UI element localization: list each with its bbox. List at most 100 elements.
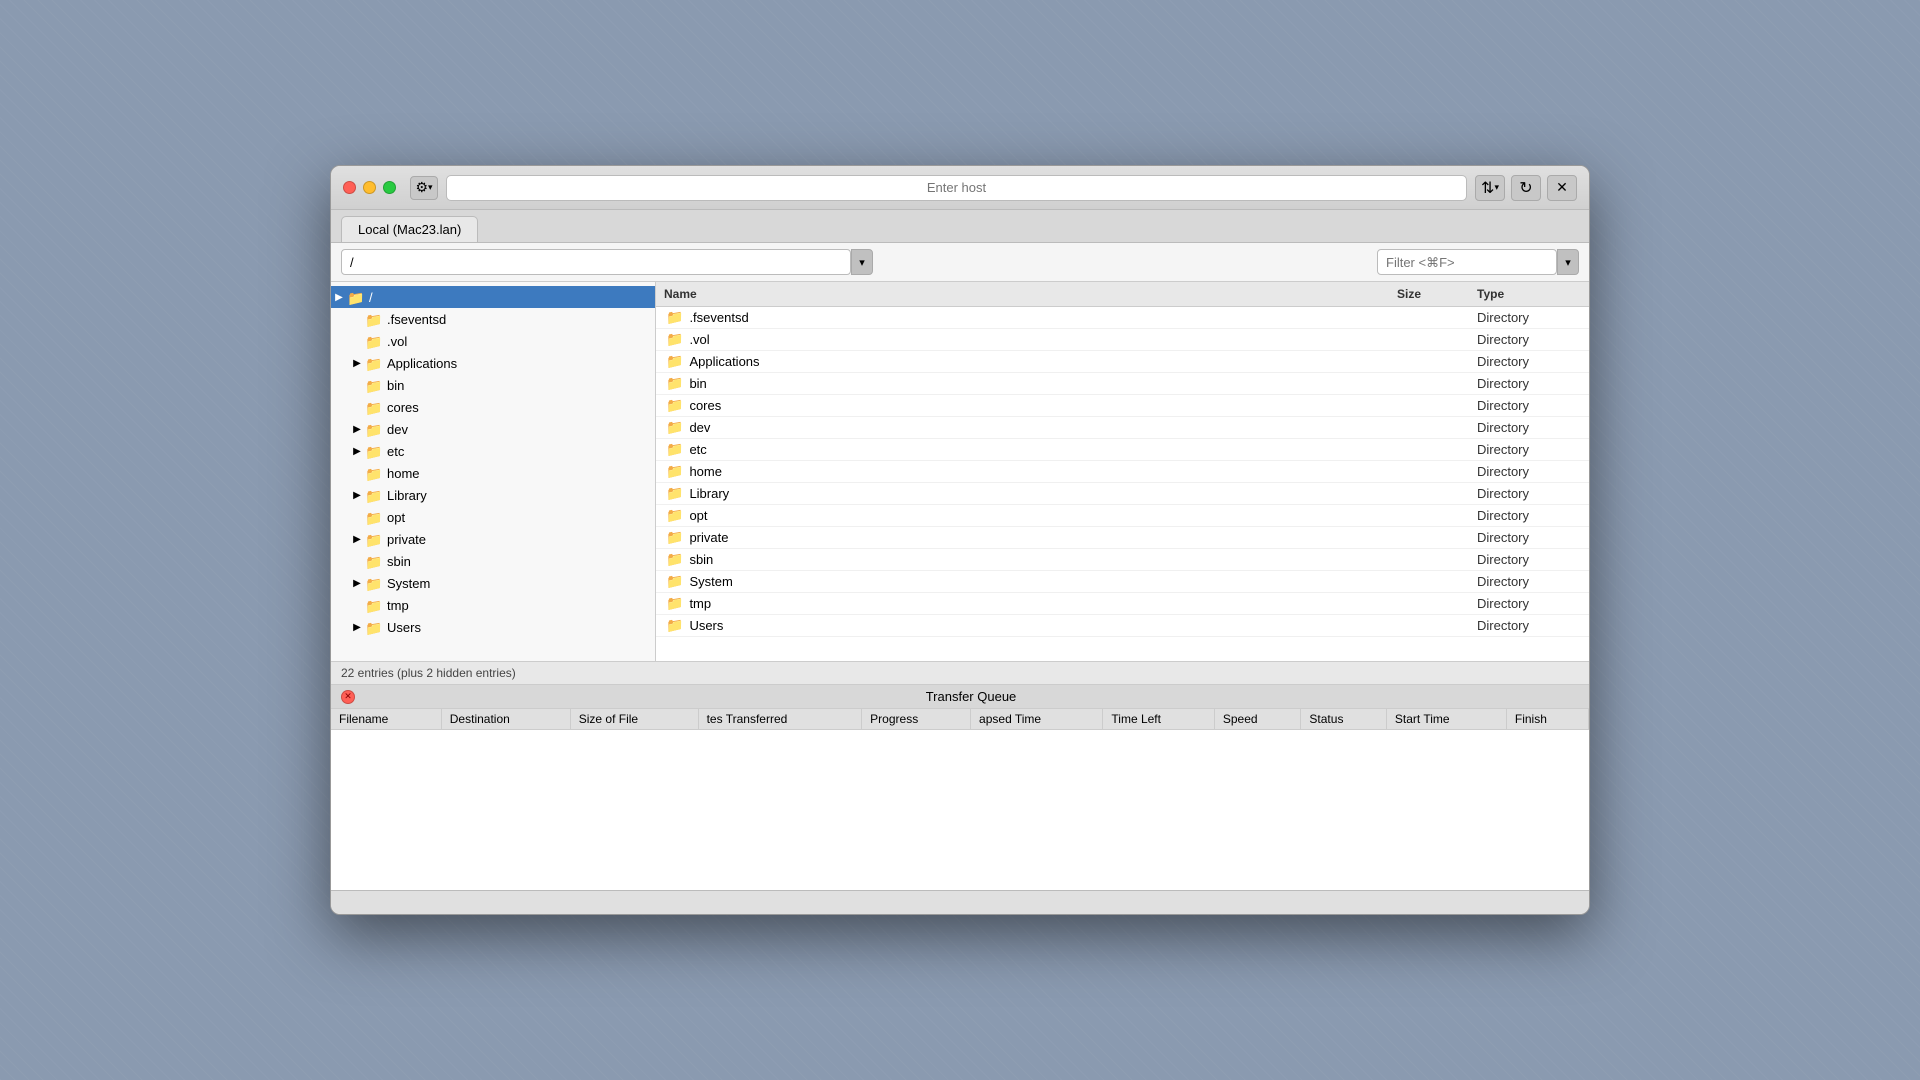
filter-input[interactable] — [1377, 249, 1557, 275]
tree-arrow-private: ▶ — [349, 534, 365, 545]
file-row[interactable]: 📁optDirectory — [656, 505, 1589, 527]
folder-icon-fseventsd: 📁 — [365, 312, 383, 326]
transfer-header: ✕ Transfer Queue — [331, 685, 1589, 709]
file-row[interactable]: 📁UsersDirectory — [656, 615, 1589, 637]
file-folder-icon: 📁 — [666, 617, 683, 634]
gear-button[interactable]: ⚙ ▾ — [410, 176, 438, 200]
file-name-text: .vol — [689, 332, 709, 347]
tree-item-bin[interactable]: 📁bin — [331, 374, 655, 396]
titlebar: ⚙ ▾ ⇅ ▾ ↻ ✕ — [331, 166, 1589, 210]
toolbar-right: ⇅ ▾ ↻ ✕ — [1475, 175, 1577, 201]
tree-item-vol[interactable]: 📁.vol — [331, 330, 655, 352]
content-area: ▶ 📁 / 📁.fseventsd📁.vol▶📁Applications📁bin… — [331, 282, 1589, 662]
file-row[interactable]: 📁etcDirectory — [656, 439, 1589, 461]
transfer-column-header[interactable]: Time Left — [1103, 709, 1214, 730]
filter-dropdown-button[interactable]: ▾ — [1557, 249, 1579, 275]
file-row[interactable]: 📁privateDirectory — [656, 527, 1589, 549]
maximize-button[interactable] — [383, 181, 396, 194]
tree-item-opt[interactable]: 📁opt — [331, 506, 655, 528]
file-row[interactable]: 📁tmpDirectory — [656, 593, 1589, 615]
column-header-size[interactable]: Size — [1389, 284, 1469, 304]
main-window: ⚙ ▾ ⇅ ▾ ↻ ✕ Local (Mac23.lan) ▾ ▾ — [330, 165, 1590, 915]
column-header-name[interactable]: Name — [656, 284, 1389, 304]
transfer-column-header[interactable]: Status — [1301, 709, 1386, 730]
file-name-cell: 📁tmp — [656, 595, 1389, 612]
file-row[interactable]: 📁devDirectory — [656, 417, 1589, 439]
tree-item-library[interactable]: ▶📁Library — [331, 484, 655, 506]
file-type-text: Directory — [1469, 464, 1589, 479]
tree-item-cores[interactable]: 📁cores — [331, 396, 655, 418]
file-row[interactable]: 📁sbinDirectory — [656, 549, 1589, 571]
tree-item-applications[interactable]: ▶📁Applications — [331, 352, 655, 374]
bottom-bar — [331, 890, 1589, 914]
file-name-text: dev — [689, 420, 710, 435]
transfer-toggle-button[interactable]: ⇅ ▾ — [1475, 175, 1505, 201]
tree-container: 📁.fseventsd📁.vol▶📁Applications📁bin📁cores… — [331, 308, 655, 638]
tree-label-vol: .vol — [387, 334, 407, 349]
transfer-column-header[interactable]: Size of File — [570, 709, 698, 730]
close-button[interactable] — [343, 181, 356, 194]
close-icon: ✕ — [1556, 179, 1568, 196]
tree-item-sbin[interactable]: 📁sbin — [331, 550, 655, 572]
tree-item-root[interactable]: ▶ 📁 / — [331, 286, 655, 308]
file-type-text: Directory — [1469, 310, 1589, 325]
tree-arrow-users: ▶ — [349, 622, 365, 633]
file-name-cell: 📁Applications — [656, 353, 1389, 370]
file-row[interactable]: 📁.fseventsd Directory — [656, 307, 1589, 329]
file-folder-icon: 📁 — [666, 331, 683, 348]
file-folder-icon: 📁 — [666, 595, 683, 612]
file-folder-icon: 📁 — [666, 551, 683, 568]
transfer-column-header[interactable]: apsed Time — [971, 709, 1103, 730]
file-name-text: cores — [689, 398, 721, 413]
tree-panel: ▶ 📁 / 📁.fseventsd📁.vol▶📁Applications📁bin… — [331, 282, 656, 661]
transfer-column-header[interactable]: Destination — [441, 709, 570, 730]
file-type-text: Directory — [1469, 354, 1589, 369]
transfer-column-header[interactable]: Start Time — [1386, 709, 1506, 730]
file-type-text: Directory — [1469, 508, 1589, 523]
tree-label-fseventsd: .fseventsd — [387, 312, 446, 327]
file-name-text: Applications — [689, 354, 759, 369]
path-dropdown-button[interactable]: ▾ — [851, 249, 873, 275]
tree-item-tmp[interactable]: 📁tmp — [331, 594, 655, 616]
file-name-cell: 📁.fseventsd — [656, 309, 1389, 326]
tree-item-system[interactable]: ▶📁System — [331, 572, 655, 594]
file-name-text: private — [689, 530, 728, 545]
file-row[interactable]: 📁SystemDirectory — [656, 571, 1589, 593]
tree-item-dev[interactable]: ▶📁dev — [331, 418, 655, 440]
tree-item-home[interactable]: 📁home — [331, 462, 655, 484]
tab-local[interactable]: Local (Mac23.lan) — [341, 216, 478, 242]
file-row[interactable]: 📁Applications Directory — [656, 351, 1589, 373]
transfer-table: FilenameDestinationSize of Filetes Trans… — [331, 709, 1589, 730]
tree-item-private[interactable]: ▶📁private — [331, 528, 655, 550]
file-row[interactable]: 📁LibraryDirectory — [656, 483, 1589, 505]
folder-icon-bin: 📁 — [365, 378, 383, 392]
transfer-column-header[interactable]: Finish — [1506, 709, 1588, 730]
refresh-button[interactable]: ↻ — [1511, 175, 1541, 201]
folder-icon-tmp: 📁 — [365, 598, 383, 612]
transfer-column-header[interactable]: Speed — [1214, 709, 1301, 730]
close-transfer-button[interactable]: ✕ — [341, 690, 355, 704]
folder-icon-library: 📁 — [365, 488, 383, 502]
tree-item-users[interactable]: ▶📁Users — [331, 616, 655, 638]
file-type-text: Directory — [1469, 332, 1589, 347]
file-row[interactable]: 📁binDirectory — [656, 373, 1589, 395]
tree-item-etc[interactable]: ▶📁etc — [331, 440, 655, 462]
file-row[interactable]: 📁homeDirectory — [656, 461, 1589, 483]
file-row[interactable]: 📁 .vol Directory — [656, 329, 1589, 351]
tree-item-fseventsd[interactable]: 📁 .fseventsd — [331, 308, 655, 330]
path-input[interactable] — [341, 249, 851, 275]
transfer-column-header[interactable]: Filename — [331, 709, 441, 730]
status-text: 22 entries (plus 2 hidden entries) — [341, 666, 516, 680]
file-name-text: opt — [689, 508, 707, 523]
file-name-text: System — [689, 574, 732, 589]
transfer-column-header[interactable]: tes Transferred — [698, 709, 862, 730]
file-type-text: Directory — [1469, 618, 1589, 633]
disconnect-button[interactable]: ✕ — [1547, 175, 1577, 201]
transfer-column-header[interactable]: Progress — [862, 709, 971, 730]
file-row[interactable]: 📁coresDirectory — [656, 395, 1589, 417]
column-header-type[interactable]: Type — [1469, 284, 1589, 304]
host-input[interactable] — [446, 175, 1467, 201]
tree-label-applications: Applications — [387, 356, 457, 371]
minimize-button[interactable] — [363, 181, 376, 194]
file-type-text: Directory — [1469, 574, 1589, 589]
